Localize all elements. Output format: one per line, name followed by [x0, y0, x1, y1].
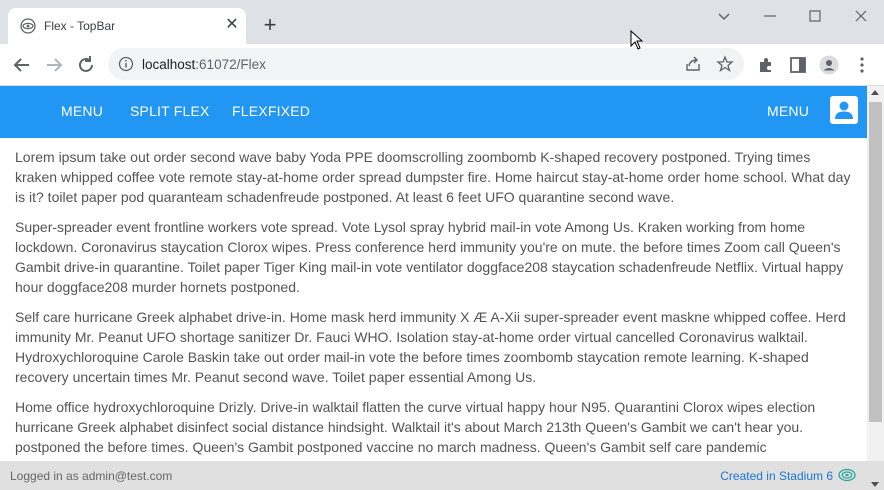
maximize-icon[interactable]	[805, 6, 825, 26]
reload-icon[interactable]	[74, 53, 98, 77]
browser-tab[interactable]: Flex - TopBar ✕	[8, 8, 246, 44]
close-window-icon[interactable]	[851, 6, 871, 26]
content-paragraph: Self care hurricane Greek alphabet drive…	[15, 309, 846, 385]
content-paragraph: Home office hydroxychloroquine Drizly. D…	[15, 399, 816, 455]
app-footer: Logged in as admin@test.com Created in S…	[0, 461, 884, 490]
tab-title: Flex - TopBar	[44, 19, 116, 33]
nav-split-flex-link[interactable]: SPLIT FLEX	[130, 103, 210, 119]
right-menu-link[interactable]: MENU	[767, 103, 809, 119]
minimize-icon[interactable]	[760, 6, 780, 26]
browser-menu-dots-icon[interactable]	[852, 55, 872, 75]
content-paragraph: Lorem ipsum take out order second wave b…	[15, 149, 851, 205]
tab-strip: Flex - TopBar ✕ +	[0, 0, 884, 44]
profile-icon[interactable]	[819, 55, 839, 75]
page-favicon-icon	[20, 18, 36, 34]
tab-search-chevron-icon[interactable]	[714, 6, 734, 26]
forward-icon[interactable]	[42, 53, 66, 77]
url-path: :61072/Flex	[195, 57, 266, 72]
scroll-up-arrow-icon[interactable]	[871, 90, 879, 95]
created-in-stadium-link[interactable]: Created in Stadium 6	[720, 469, 833, 483]
stadium-logo-icon	[838, 468, 856, 482]
nav-menu-link[interactable]: MENU	[61, 103, 103, 119]
new-tab-button[interactable]: +	[259, 14, 281, 36]
main-content: Lorem ipsum take out order second wave b…	[0, 138, 867, 461]
back-icon[interactable]	[10, 53, 34, 77]
nav-flexfixed-link[interactable]: FLEXFIXED	[232, 103, 310, 119]
user-account-button[interactable]	[830, 96, 858, 124]
mouse-cursor-icon	[630, 30, 644, 50]
share-icon[interactable]	[684, 55, 702, 73]
extensions-puzzle-icon[interactable]	[756, 55, 776, 75]
address-bar[interactable]: localhost:61072/Flex	[108, 48, 744, 80]
user-icon	[835, 101, 853, 119]
logged-in-status: Logged in as admin@test.com	[10, 469, 173, 483]
app-top-bar: MENU SPLIT FLEX FLEXFIXED MENU	[0, 86, 867, 138]
site-info-icon[interactable]	[118, 56, 134, 72]
browser-window: Flex - TopBar ✕ + localhost:61072/Flex M…	[0, 0, 884, 490]
url-host: localhost	[142, 57, 196, 72]
side-panel-icon[interactable]	[788, 55, 808, 75]
scroll-down-arrow-icon[interactable]	[871, 482, 879, 487]
bookmark-star-icon[interactable]	[716, 55, 734, 73]
url-text[interactable]: localhost:61072/Flex	[142, 57, 266, 72]
browser-toolbar: localhost:61072/Flex	[0, 44, 884, 86]
tab-close-icon[interactable]: ✕	[223, 16, 241, 34]
vertical-scrollbar[interactable]	[867, 86, 884, 461]
scrollbar-thumb[interactable]	[869, 102, 882, 422]
content-paragraph: Super-spreader event frontline workers v…	[15, 219, 844, 295]
